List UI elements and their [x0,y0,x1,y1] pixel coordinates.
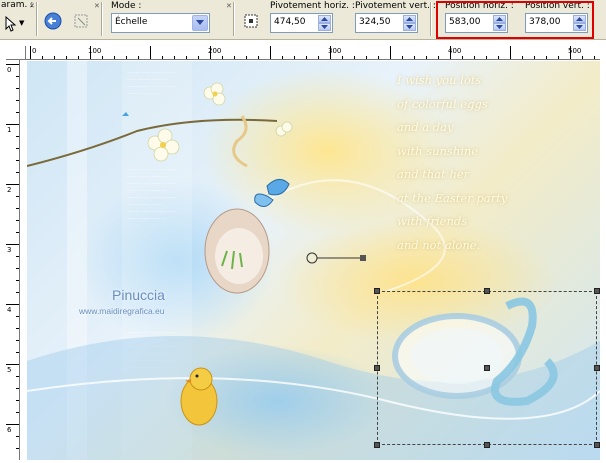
dropdown-icon[interactable] [192,15,208,31]
poem-line: of colorful eggs [397,96,488,111]
ruler-top-label: 400 [448,47,462,55]
ruler-top-label: 0 [32,47,37,55]
toolbar-separator [430,2,432,36]
toolbar-separator [36,2,38,36]
poem-line: and that her [397,167,470,181]
pin-icon: ✕ [29,2,35,10]
pivot-v-field[interactable]: 324,50 [355,13,418,33]
pivot-v-value: 324,50 [359,17,391,27]
mode-label: Mode : [111,1,142,11]
spin-down-icon[interactable] [403,23,416,31]
mode-value: Échelle [115,17,148,27]
ruler-top-label: 500 [568,47,582,55]
spin-down-icon[interactable] [318,23,331,31]
poem-line: I wish you lots [397,73,482,87]
watermark-name: Pinuccia [112,287,165,303]
position-highlight-box [436,1,594,39]
pin-icon: ✕ [226,2,232,10]
poem-line: and a day [397,120,454,134]
pivot-icon[interactable] [240,10,262,32]
ruler-left-label: 6 [7,426,12,434]
ruler-left-label: 3 [7,246,12,254]
ruler-left-label: 5 [7,366,12,374]
poem-line: with sunshine [397,143,479,158]
ruler-left-label: 2 [7,186,12,194]
spin-up-icon[interactable] [403,15,416,23]
poem-text: I wish you lots of colorful eggs and a d… [397,69,507,257]
resize-handle-se[interactable] [594,442,600,448]
pointer-dropdown-icon[interactable]: ▼ [19,19,24,27]
pin-icon: ✕ [94,2,100,10]
selection-box[interactable] [374,288,600,448]
transform-icon[interactable] [70,10,92,32]
resize-handle-nw[interactable] [374,288,380,294]
watermark-url: www.maidiregrafica.eu [79,306,165,316]
ruler-left-label: 0 [7,66,12,74]
resize-handle-sw[interactable] [374,442,380,448]
ruler-corner [6,46,26,60]
resize-handle-w[interactable] [374,365,380,371]
toolbar-separator [101,2,103,36]
resize-handle-e[interactable] [594,365,600,371]
resize-handle-s[interactable] [484,442,490,448]
pivot-h-field[interactable]: 474,50 [270,13,333,33]
ruler-top-label: 100 [88,47,102,55]
resize-handle-ne[interactable] [594,288,600,294]
ruler-top[interactable]: 0 100 200 300 400 500 [26,46,600,60]
poem-line: at the Easter party [397,190,508,205]
poem-line: and not alone. [397,237,481,252]
toolbar: aram. : ▼ ✕ ✕ Mode : Échelle ✕ Pivotemen… [0,0,606,40]
ruler-top-label: 300 [328,47,342,55]
image-canvas[interactable]: ——— —— ——— —— —— ——— —— — ——— —— ——— —— —— … [27,61,600,460]
ruler-left-label: 4 [7,306,12,314]
pivot-h-value: 474,50 [274,17,306,27]
ruler-left-label: 1 [7,126,12,134]
pivot-h-label: Pivotement horiz. : [270,1,355,11]
spin-up-icon[interactable] [318,15,331,23]
pivot-v-label: Pivotement vert. : [355,1,436,11]
resize-handle-n[interactable] [484,288,490,294]
ruler-left[interactable]: 0 1 2 3 4 5 6 [6,60,20,460]
reset-icon[interactable] [42,10,64,32]
poem-line: with friends [397,214,468,228]
ruler-top-label: 200 [208,47,222,55]
mode-select[interactable]: Échelle [111,13,210,33]
pivot-handle[interactable] [484,365,490,371]
toolbar-separator [233,2,235,36]
